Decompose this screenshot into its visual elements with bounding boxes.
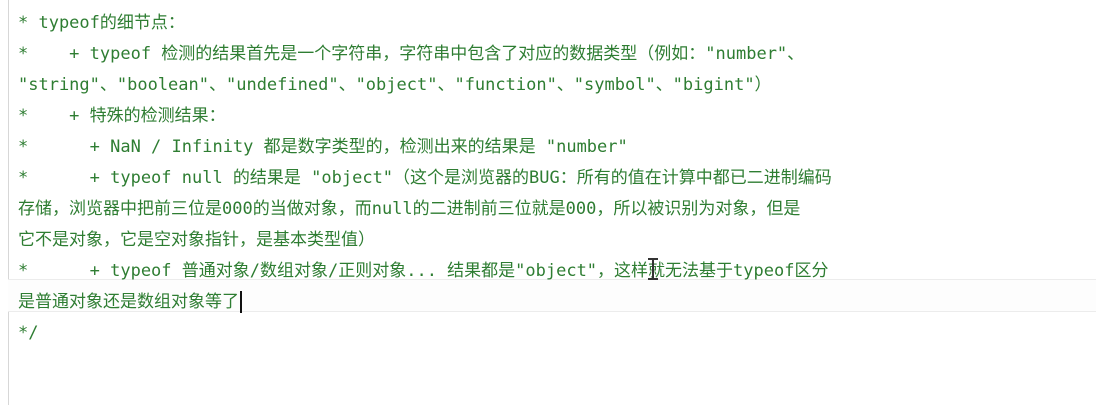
code-area[interactable]: * typeof的细节点： * + typeof 检测的结果首先是一个字符串，字… xyxy=(18,8,1090,349)
code-line-9: * + typeof 普通对象/数组对象/正则对象... 结果都是"object… xyxy=(18,261,829,281)
code-line-1: * typeof的细节点： xyxy=(18,13,185,33)
code-line-4: * + 特殊的检测结果： xyxy=(18,106,226,126)
code-line-10-text: 是普通对象还是数组对象等了 xyxy=(18,292,239,312)
code-line-8: 它不是对象，它是空对象指针，是基本类型值） xyxy=(18,230,375,250)
code-line-10: 是普通对象还是数组对象等了 xyxy=(18,287,1090,318)
code-line-11: */ xyxy=(18,323,39,343)
code-line-7: 存储，浏览器中把前三位是000的当做对象，而null的二进制前三位就是000，所… xyxy=(18,199,801,219)
ibeam-cursor-icon xyxy=(648,258,658,280)
code-line-3: "string"、"boolean"、"undefined"、"object"、… xyxy=(18,75,772,95)
code-line-5: * + NaN / Infinity 都是数字类型的，检测出来的结果是 "num… xyxy=(18,137,628,157)
editor-gutter xyxy=(0,0,9,405)
code-line-2: * + typeof 检测的结果首先是一个字符串，字符串中包含了对应的数据类型（… xyxy=(18,44,805,64)
code-editor[interactable]: * typeof的细节点： * + typeof 检测的结果首先是一个字符串，字… xyxy=(0,0,1096,405)
text-caret xyxy=(240,291,242,313)
code-line-6: * + typeof null 的结果是 "object"（这个是浏览器的BUG… xyxy=(18,168,832,188)
